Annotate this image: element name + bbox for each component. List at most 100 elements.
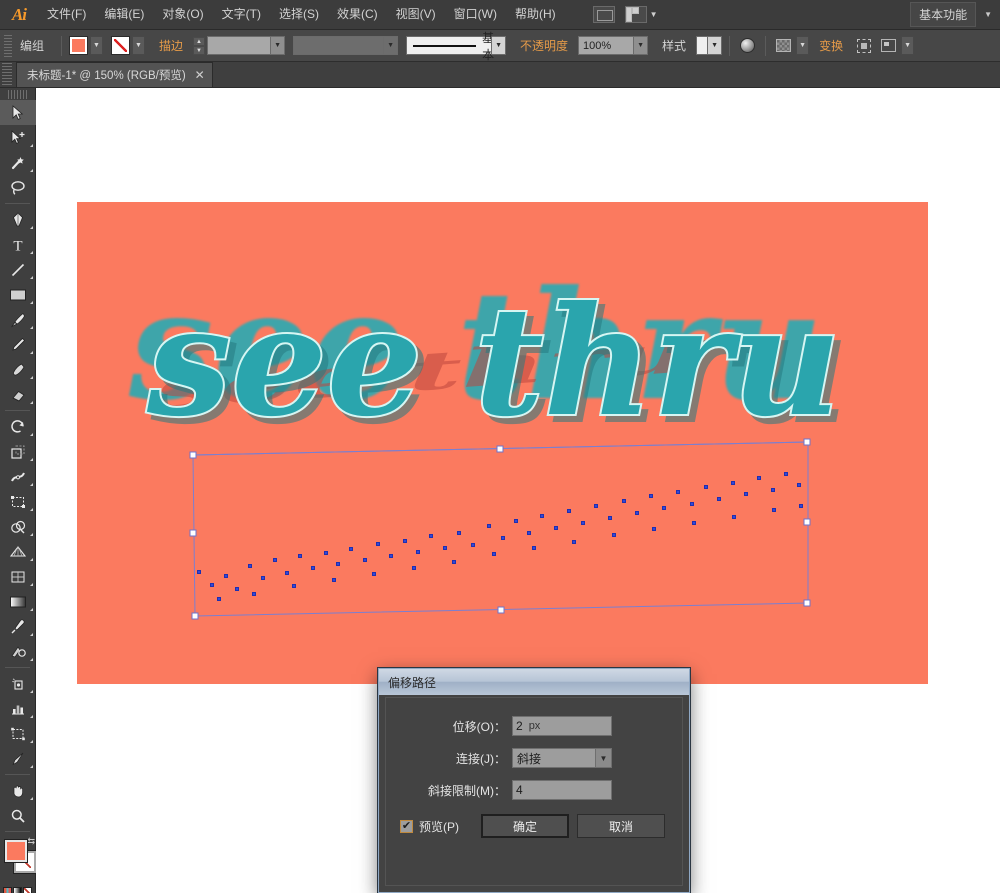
- opacity-caret-icon[interactable]: ▼: [633, 37, 648, 54]
- preview-checkbox[interactable]: ✔: [400, 819, 413, 833]
- eyedropper-tool[interactable]: [0, 614, 36, 639]
- menu-edit[interactable]: 编辑(E): [95, 0, 153, 29]
- selection-tool[interactable]: [0, 100, 36, 125]
- opacity-combo[interactable]: 100% ▼: [578, 36, 649, 55]
- swap-fill-stroke-icon[interactable]: ⇆: [27, 836, 35, 847]
- eraser-tool[interactable]: [0, 382, 36, 407]
- tab-bar-grip[interactable]: [2, 63, 12, 87]
- opacity-label[interactable]: 不透明度: [520, 37, 568, 54]
- cancel-button[interactable]: 取消: [577, 814, 665, 838]
- stroke-weight-stepper[interactable]: ▲ ▼: [193, 36, 206, 55]
- preview-label: 预览(P): [419, 819, 459, 834]
- hand-tool[interactable]: [0, 778, 36, 803]
- arrange-caret-icon[interactable]: ▼: [650, 6, 658, 23]
- color-mode-icon[interactable]: [3, 887, 12, 893]
- bridge-icon[interactable]: [592, 6, 615, 23]
- dialog-title-bar[interactable]: 偏移路径: [379, 669, 689, 695]
- rectangle-tool[interactable]: [0, 282, 36, 307]
- document-tab[interactable]: 未标题-1* @ 150% (RGB/预览) ✕: [16, 62, 213, 87]
- fill-color-swatch[interactable]: [69, 36, 89, 55]
- lasso-tool[interactable]: [0, 175, 36, 200]
- close-icon[interactable]: ✕: [195, 68, 205, 82]
- align-icon[interactable]: [853, 35, 874, 56]
- offset-value: 2: [516, 719, 523, 733]
- stroke-profile-caret-icon[interactable]: ▼: [383, 37, 398, 54]
- free-transform-tool[interactable]: [0, 489, 36, 514]
- menu-view[interactable]: 视图(V): [387, 0, 445, 29]
- artboard-tool[interactable]: [0, 721, 36, 746]
- bbox-handle-tl: [189, 451, 197, 459]
- stroke-weight-combo[interactable]: ▼: [207, 36, 286, 55]
- join-select[interactable]: 斜接 ▼: [512, 748, 612, 768]
- pen-tool[interactable]: [0, 207, 36, 232]
- width-tool[interactable]: [0, 464, 36, 489]
- miter-input[interactable]: 4: [512, 780, 612, 800]
- toolbar-fill-swatch[interactable]: [4, 839, 28, 863]
- stroke-profile-combo[interactable]: ▼: [293, 36, 399, 55]
- blend-tool[interactable]: [0, 639, 36, 664]
- paintbrush-tool[interactable]: [0, 307, 36, 332]
- document-setup-icon[interactable]: [773, 35, 794, 56]
- fill-color-caret-icon[interactable]: ▼: [90, 36, 104, 55]
- menu-window[interactable]: 窗口(W): [445, 0, 506, 29]
- direct-selection-tool[interactable]: [0, 125, 36, 150]
- blob-brush-tool[interactable]: [0, 357, 36, 382]
- gradient-mode-icon[interactable]: [13, 887, 22, 893]
- column-graph-tool[interactable]: [0, 696, 36, 721]
- join-caret-icon[interactable]: ▼: [595, 749, 611, 767]
- rotate-tool[interactable]: [0, 414, 36, 439]
- document-tab-bar: 未标题-1* @ 150% (RGB/预览) ✕: [0, 62, 1000, 88]
- menu-effect[interactable]: 效果(C): [328, 0, 387, 29]
- menu-select[interactable]: 选择(S): [270, 0, 328, 29]
- stroke-color-swatch[interactable]: [111, 36, 131, 55]
- artwork-main-text: see thru: [145, 272, 843, 452]
- zoom-tool[interactable]: [0, 803, 36, 828]
- menu-object[interactable]: 对象(O): [153, 0, 212, 29]
- shape-builder-tool[interactable]: [0, 514, 36, 539]
- selection-type-label: 编组: [20, 39, 45, 53]
- arrange-documents-icon[interactable]: [624, 6, 647, 23]
- dialog-title: 偏移路径: [388, 675, 437, 690]
- menu-bar: Ai 文件(F) 编辑(E) 对象(O) 文字(T) 选择(S) 效果(C) 视…: [0, 0, 1000, 30]
- stroke-weight-caret-icon[interactable]: ▼: [270, 37, 285, 54]
- opacity-appearance-icon[interactable]: [737, 35, 758, 56]
- transform-label[interactable]: 变换: [819, 37, 843, 54]
- tools-panel-grip[interactable]: [8, 90, 27, 99]
- menu-file[interactable]: 文件(F): [38, 0, 95, 29]
- perspective-grid-tool[interactable]: [0, 539, 36, 564]
- menu-help[interactable]: 帮助(H): [506, 0, 565, 29]
- graphic-style-caret-icon[interactable]: ▼: [707, 37, 722, 54]
- stroke-weight-label[interactable]: 描边: [159, 37, 183, 54]
- symbol-sprayer-tool[interactable]: [0, 671, 36, 696]
- pencil-tool[interactable]: [0, 332, 36, 357]
- mesh-tool[interactable]: [0, 564, 36, 589]
- none-mode-icon[interactable]: [23, 887, 32, 893]
- ok-button[interactable]: 确定: [481, 814, 569, 838]
- offset-path-dialog[interactable]: 偏移路径 位移(O)： 2 px 连接(J)： 斜接 ▼ 斜接限制(M)： 4 …: [378, 668, 690, 893]
- workspace-switcher[interactable]: 基本功能: [910, 2, 977, 27]
- menu-type[interactable]: 文字(T): [213, 0, 270, 29]
- line-segment-tool[interactable]: [0, 257, 36, 282]
- graphic-style-combo[interactable]: ▼: [696, 36, 723, 55]
- arrange-objects-caret-icon[interactable]: ▼: [901, 36, 915, 55]
- scale-tool[interactable]: [0, 439, 36, 464]
- workspace-caret-icon[interactable]: ▼: [984, 10, 992, 19]
- offset-input[interactable]: 2 px: [512, 716, 612, 736]
- brush-definition-caret-icon[interactable]: ▼: [491, 37, 506, 54]
- bbox-handle-bm: [497, 606, 505, 614]
- color-mode-buttons: [0, 887, 35, 893]
- document-setup-caret-icon[interactable]: ▼: [796, 36, 810, 55]
- options-bar-grip[interactable]: [4, 34, 12, 57]
- magic-wand-tool[interactable]: [0, 150, 36, 175]
- gradient-tool[interactable]: [0, 589, 36, 614]
- slice-tool[interactable]: [0, 746, 36, 771]
- dialog-footer: ✔ 预览(P) 确定 取消: [400, 814, 668, 838]
- tools-panel: T ⇆: [0, 88, 37, 893]
- stroke-color-caret-icon[interactable]: ▼: [132, 36, 146, 55]
- illustrator-window: Ai 文件(F) 编辑(E) 对象(O) 文字(T) 选择(S) 效果(C) 视…: [0, 0, 1000, 893]
- arrange-objects-icon[interactable]: [878, 35, 899, 56]
- brush-definition-combo[interactable]: 基本 ▼: [406, 31, 507, 62]
- style-label: 样式: [662, 39, 687, 53]
- type-tool[interactable]: T: [0, 232, 36, 257]
- artboard[interactable]: see thru see thru see thru: [77, 202, 928, 684]
